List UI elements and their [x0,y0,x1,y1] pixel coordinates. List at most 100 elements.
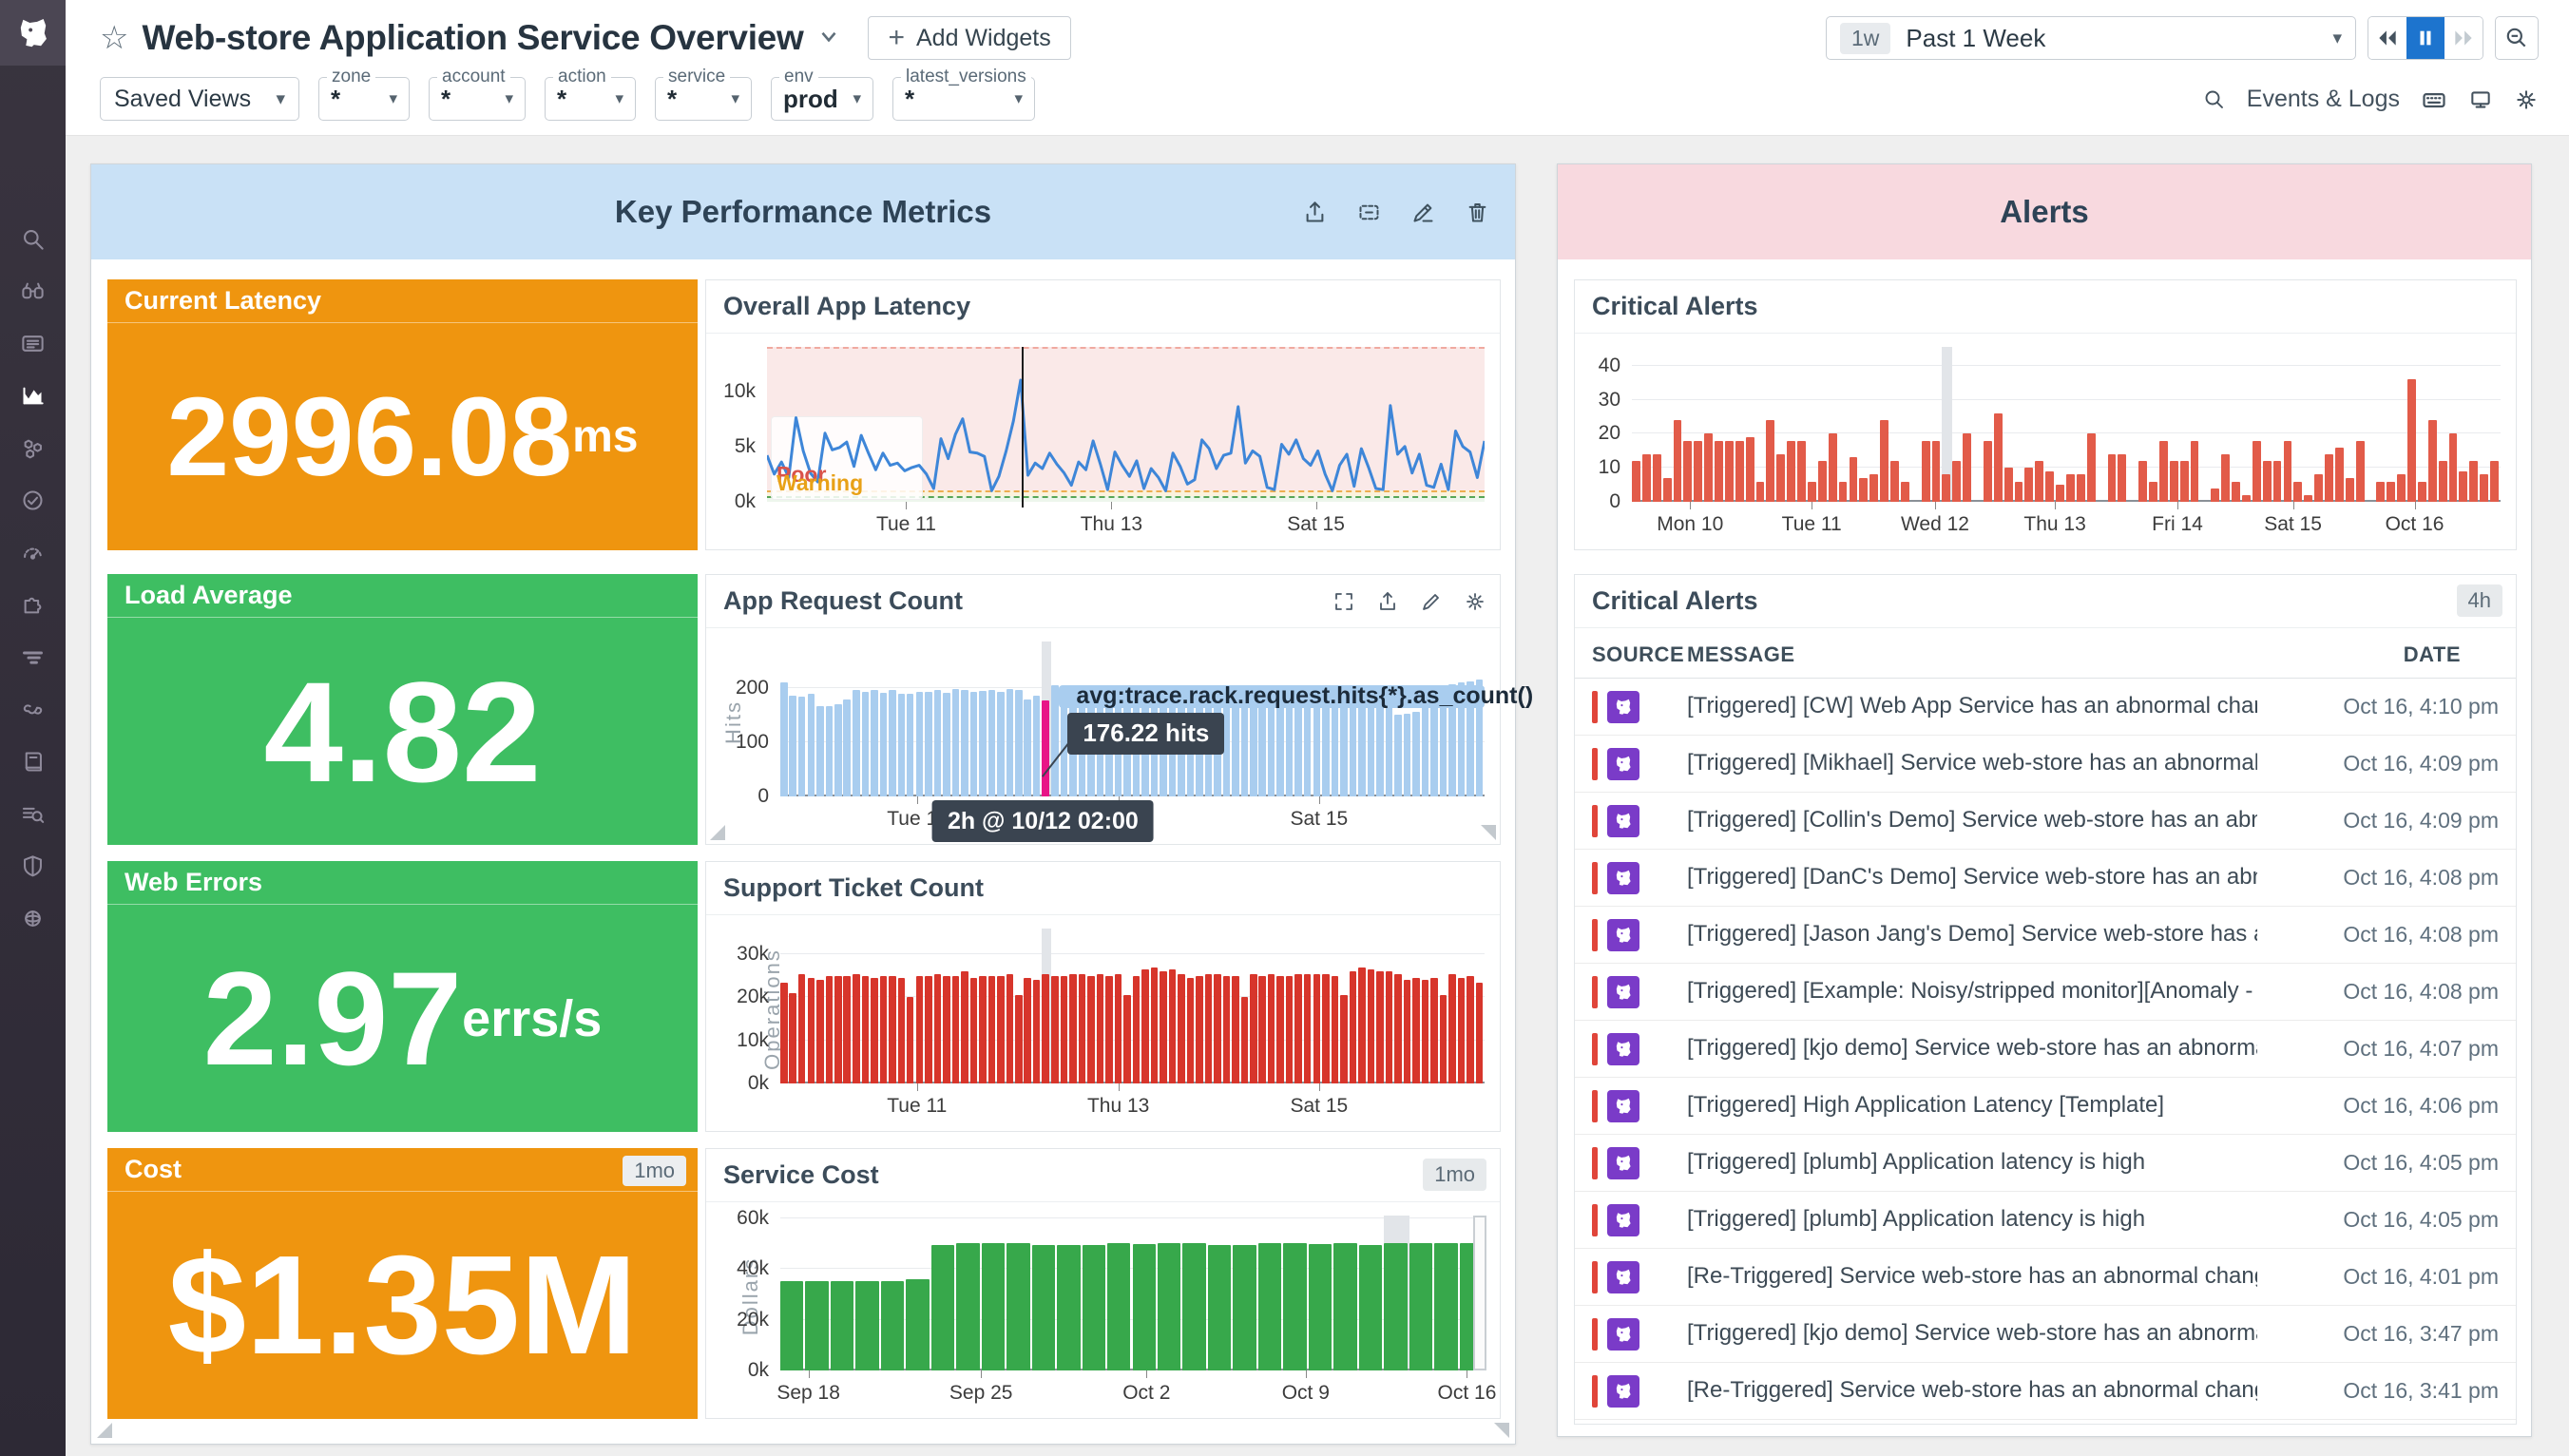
infrastructure-icon[interactable] [20,435,46,461]
apm-icon[interactable] [20,644,46,670]
bar [2253,441,2261,502]
bar [834,704,842,796]
filter-action[interactable]: action*▾ [545,77,636,121]
bar [889,690,896,796]
bar [1033,696,1041,796]
alert-date: Oct 16, 3:41 pm [2343,1378,2499,1404]
alert-row[interactable]: [Triggered] High Application Latency [Te… [1575,1078,2516,1135]
alert-row[interactable]: [Triggered] [kjo demo] Service web-store… [1575,1021,2516,1078]
cost-tile[interactable]: Cost1mo $1.35M [107,1148,698,1419]
bar [816,980,824,1083]
saved-views-select[interactable]: Saved Views ▾ [100,77,299,121]
copy-template-icon[interactable] [1356,200,1382,225]
monitor-icon[interactable] [2468,87,2493,112]
dashboards-icon[interactable] [20,383,46,409]
bar [1642,454,1651,502]
alert-row[interactable]: [Triggered] [Mikhael] Service web-store … [1575,736,2516,793]
alert-row[interactable]: [Triggered] [Jason Jang's Demo] Service … [1575,907,2516,964]
filter-zone[interactable]: zone*▾ [318,77,410,121]
bar [2004,468,2013,502]
resize-handle[interactable] [710,825,725,840]
security-icon[interactable] [20,853,46,879]
bar [1241,997,1249,1083]
panel-resize-handle[interactable] [97,1423,112,1438]
log-explorer-icon[interactable] [20,801,46,827]
alert-row[interactable]: [Triggered] [CW] Web App Service has an … [1575,679,2516,736]
zoom-out-button[interactable] [2495,16,2539,60]
overall-app-latency-chart[interactable]: 0k5k10kPoorWarningTue 11Thu 13Sat 15 [767,347,1485,502]
share-icon[interactable] [1376,590,1399,613]
load-average-tile[interactable]: Load Average 4.82 [107,574,698,845]
metrics-icon[interactable] [20,540,46,565]
filter-account[interactable]: account*▾ [429,77,526,121]
alert-row[interactable]: [Triggered] [Collin's Demo] Service web-… [1575,793,2516,850]
alert-row[interactable]: [Triggered] [DanC's Demo] Service web-st… [1575,850,2516,907]
alert-date: Oct 16, 4:09 pm [2343,808,2499,833]
notebooks-icon[interactable] [20,749,46,775]
service-cost-chart[interactable]: 0k20k40k60kSep 18Sep 25Oct 2Oct 9Oct 16 [780,1216,1485,1370]
bar [1304,974,1312,1083]
keyboard-icon[interactable] [2421,86,2447,113]
severity-bar-icon [1592,1033,1598,1065]
bar [956,1243,979,1370]
fullscreen-icon[interactable] [1332,590,1355,613]
alert-row[interactable]: [Triggered] [kjo demo] Service web-store… [1575,1306,2516,1363]
alert-message: [Triggered] [Collin's Demo] Service web-… [1687,807,2257,833]
bar [970,692,978,796]
share-icon[interactable] [1302,200,1328,225]
bar [1015,995,1023,1083]
resize-handle[interactable] [1481,825,1496,840]
severity-bar-icon [1592,976,1598,1008]
support-ticket-count-chart[interactable]: 0k10k20k30kTue 11Thu 13Sat 15 [780,929,1485,1083]
bar [898,978,906,1083]
gear-icon[interactable] [1464,590,1486,613]
gear-icon[interactable] [2514,87,2539,112]
watchdog-icon[interactable] [20,278,46,304]
alert-row[interactable]: [Triggered] [Example: Noisy/stripped mon… [1575,964,2516,1021]
bar [982,1243,1005,1370]
monitors-icon[interactable] [20,488,46,513]
edit-pencil-icon[interactable] [1420,590,1443,613]
alert-date: Oct 16, 4:08 pm [2343,979,2499,1005]
service-map-icon[interactable] [20,697,46,722]
alert-row[interactable]: [Re-Triggered] Service web-store has an … [1575,1249,2516,1306]
alert-row[interactable] [1575,1420,2516,1424]
current-latency-tile[interactable]: Current Latency 2996.08ms [107,279,698,550]
bar [2346,478,2354,502]
alert-row[interactable]: [Re-Triggered] Service web-store has an … [1575,1363,2516,1420]
favorite-star-icon[interactable]: ☆ [100,22,128,54]
filter-env[interactable]: envprod▾ [771,77,873,121]
alert-row[interactable]: [Triggered] [plumb] Application latency … [1575,1135,2516,1192]
filter-latest-versions[interactable]: latest_versions*▾ [892,77,1035,121]
edit-pencil-icon[interactable] [1410,200,1436,225]
alert-date: Oct 16, 4:08 pm [2343,865,2499,891]
network-icon[interactable] [20,906,46,931]
time-range-select[interactable]: 1w Past 1 Week ▾ [1826,16,2356,60]
datadog-logo[interactable] [0,0,66,66]
alert-row[interactable]: [Triggered] [plumb] Application latency … [1575,1192,2516,1249]
critical-alerts-chart[interactable]: 010203040Mon 10Tue 11Wed 12Thu 13Fri 14S… [1632,347,2501,502]
events-icon[interactable] [20,331,46,356]
app-request-count-chart[interactable]: 0100200Tue 11Thu 13Sat 15avg:trace.rack.… [780,642,1485,796]
filter-service[interactable]: service*▾ [655,77,752,121]
time-forward-button[interactable] [2444,17,2483,59]
add-widgets-button[interactable]: + Add Widgets [868,16,1070,60]
time-backward-button[interactable] [2368,17,2406,59]
panel-resize-handle[interactable] [1494,1423,1509,1438]
bar [1412,712,1420,796]
bar [1233,1245,1256,1370]
bar [2170,461,2178,502]
bar [1725,441,1734,502]
bar [1694,441,1702,502]
search-icon[interactable] [2203,88,2226,111]
time-pause-button[interactable] [2406,17,2444,59]
web-errors-tile[interactable]: Web Errors 2.97errs/s [107,861,698,1132]
search-icon[interactable] [20,226,46,252]
trash-icon[interactable] [1465,200,1490,225]
events-logs-link[interactable]: Events & Logs [2247,86,2400,113]
bar [1467,976,1474,1083]
title-chevron-down-icon[interactable] [816,24,841,53]
integrations-icon[interactable] [20,592,46,618]
bar [2356,441,2365,502]
bar [880,693,888,796]
